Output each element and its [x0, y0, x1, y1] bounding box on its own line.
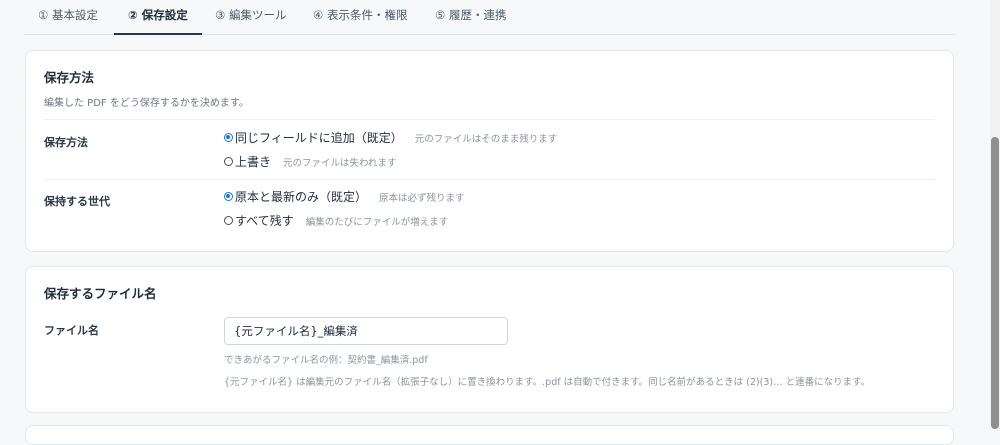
save-method-label: 保存方法	[44, 136, 88, 149]
filename-label: ファイル名	[44, 324, 99, 337]
scrollbar-thumb[interactable]	[991, 137, 999, 429]
option-note: 元のファイルはそのまま残ります	[414, 133, 558, 145]
option-note: 原本は必ず残ります	[379, 192, 465, 204]
scrollbar-track[interactable]	[990, 0, 1000, 429]
radio-option-overwrite[interactable]: 上書き 元のファイルは失われます	[224, 153, 397, 170]
filename-example: できあがるファイル名の例：契約書_編集済.pdf	[224, 355, 428, 366]
radio-checked-icon[interactable]	[224, 133, 233, 142]
card-title: 保存方法	[44, 70, 95, 85]
divider	[44, 119, 935, 120]
generations-label: 保持する世代	[44, 195, 110, 208]
next-card	[25, 425, 954, 445]
filename-card: 保存するファイル名 ファイル名 できあがるファイル名の例：契約書_編集済.pdf…	[25, 266, 954, 413]
option-label: 原本と最新のみ（既定）	[235, 190, 368, 204]
radio-unchecked-icon[interactable]	[224, 157, 233, 166]
filename-input[interactable]	[224, 317, 508, 345]
filename-note: {元ファイル名} は編集元のファイル名（拡張子なし）に置き換わります。.pdf …	[224, 377, 871, 388]
radio-unchecked-icon[interactable]	[224, 216, 233, 225]
radio-option-append[interactable]: 同じフィールドに追加（既定） 元のファイルはそのまま残ります	[224, 129, 557, 146]
tab-save-settings[interactable]: ② 保存設定	[114, 0, 202, 35]
card-description: 編集した PDF をどう保存するかを決めます。	[44, 98, 249, 109]
option-note: 元のファイルは失われます	[283, 157, 397, 169]
option-label: 上書き	[235, 155, 272, 169]
radio-option-original-latest[interactable]: 原本と最新のみ（既定） 原本は必ず残ります	[224, 188, 465, 205]
option-label: 同じフィールドに追加（既定）	[235, 131, 403, 145]
tab-basic-settings[interactable]: ① 基本設定	[38, 0, 98, 33]
settings-tab-bar: ① 基本設定 ② 保存設定 ③ 編集ツール ④ 表示条件・権限 ⑤ 履歴・連携	[24, 0, 955, 35]
tab-display-permissions[interactable]: ④ 表示条件・権限	[313, 0, 407, 33]
divider	[44, 179, 935, 180]
card-title: 保存するファイル名	[44, 286, 157, 301]
tab-edit-tools[interactable]: ③ 編集ツール	[215, 0, 286, 33]
save-method-card: 保存方法 編集した PDF をどう保存するかを決めます。 保存方法 同じフィール…	[25, 50, 954, 252]
radio-checked-icon[interactable]	[224, 192, 233, 201]
tab-history-integration[interactable]: ⑤ 履歴・連携	[435, 0, 506, 33]
option-note: 編集のたびにファイルが増えます	[305, 216, 449, 228]
option-label: すべて残す	[235, 214, 294, 228]
radio-option-keep-all[interactable]: すべて残す 編集のたびにファイルが増えます	[224, 212, 448, 229]
